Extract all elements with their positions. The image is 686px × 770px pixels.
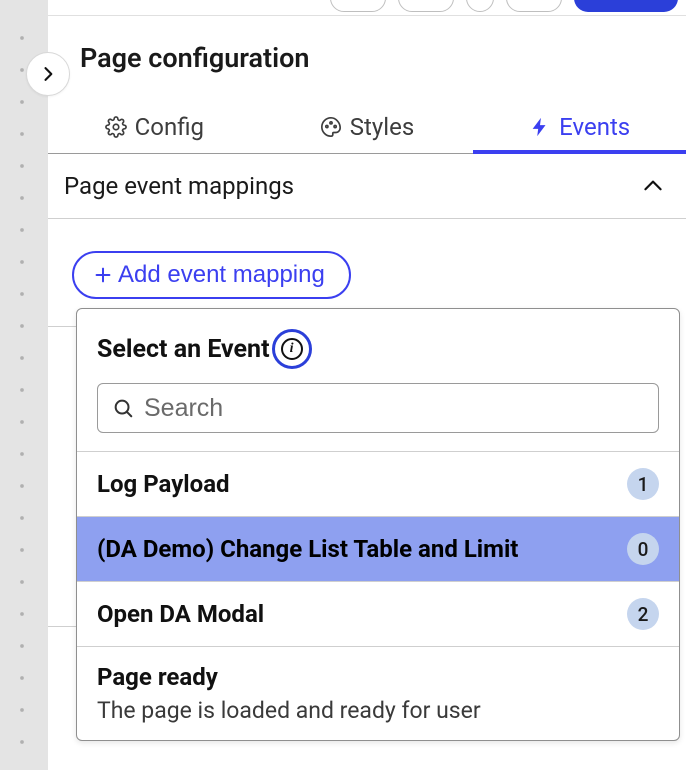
tab-label: Config <box>135 113 204 141</box>
search-wrap <box>77 383 679 451</box>
event-item-log-payload[interactable]: Log Payload 1 <box>77 452 679 517</box>
event-name: (DA Demo) Change List Table and Limit <box>97 535 518 563</box>
panel-title: Page configuration <box>80 42 309 74</box>
tab-label: Styles <box>350 113 414 141</box>
add-event-mapping-button[interactable]: Add event mapping <box>72 251 351 299</box>
event-name: Open DA Modal <box>97 600 264 628</box>
panel-tabs: Config Styles Events <box>48 100 686 154</box>
event-count-badge: 2 <box>627 598 659 630</box>
plus-icon <box>92 264 114 286</box>
search-box[interactable] <box>97 383 659 433</box>
tab-label: Events <box>559 113 630 141</box>
toolbar-pill[interactable] <box>330 0 386 12</box>
event-description: The page is loaded and ready for user <box>97 697 481 724</box>
bolt-icon <box>529 116 551 138</box>
toolbar-pill[interactable] <box>506 0 562 12</box>
chevron-right-icon <box>38 64 58 84</box>
toolbar-pill[interactable] <box>398 0 454 12</box>
tab-styles[interactable]: Styles <box>261 100 474 153</box>
chevron-up-icon <box>640 173 666 199</box>
palette-icon <box>320 116 342 138</box>
event-item-page-ready[interactable]: Page ready The page is loaded and ready … <box>77 647 679 740</box>
event-count-badge: 1 <box>627 468 659 500</box>
popover-header: Select an Event i <box>77 309 679 383</box>
tab-config[interactable]: Config <box>48 100 261 153</box>
event-item-open-da-modal[interactable]: Open DA Modal 2 <box>77 582 679 647</box>
panel-collapse-button[interactable] <box>26 52 70 96</box>
select-event-popover: Select an Event i Log Payload 1 (DA Demo… <box>76 308 680 741</box>
event-list: Log Payload 1 (DA Demo) Change List Tabl… <box>77 452 679 740</box>
add-event-mapping-label: Add event mapping <box>118 261 325 289</box>
panel-header: Page configuration <box>48 16 686 100</box>
section-header-row[interactable]: Page event mappings <box>48 154 686 219</box>
event-item-da-demo-change-list[interactable]: (DA Demo) Change List Table and Limit 0 <box>77 517 679 582</box>
toolbar-primary-button[interactable] <box>574 0 678 12</box>
search-input[interactable] <box>144 394 644 423</box>
info-icon: i <box>281 338 303 360</box>
section-title: Page event mappings <box>64 172 294 200</box>
info-button[interactable]: i <box>272 329 312 369</box>
popover-title: Select an Event <box>97 335 270 364</box>
event-name: Log Payload <box>97 470 230 498</box>
event-count-badge: 0 <box>627 533 659 565</box>
tab-events[interactable]: Events <box>473 100 686 153</box>
top-toolbar-sliver <box>48 0 686 16</box>
toolbar-circle-button[interactable] <box>466 0 494 12</box>
event-name: Page ready <box>97 663 481 691</box>
gear-icon <box>105 116 127 138</box>
search-icon <box>112 397 134 419</box>
